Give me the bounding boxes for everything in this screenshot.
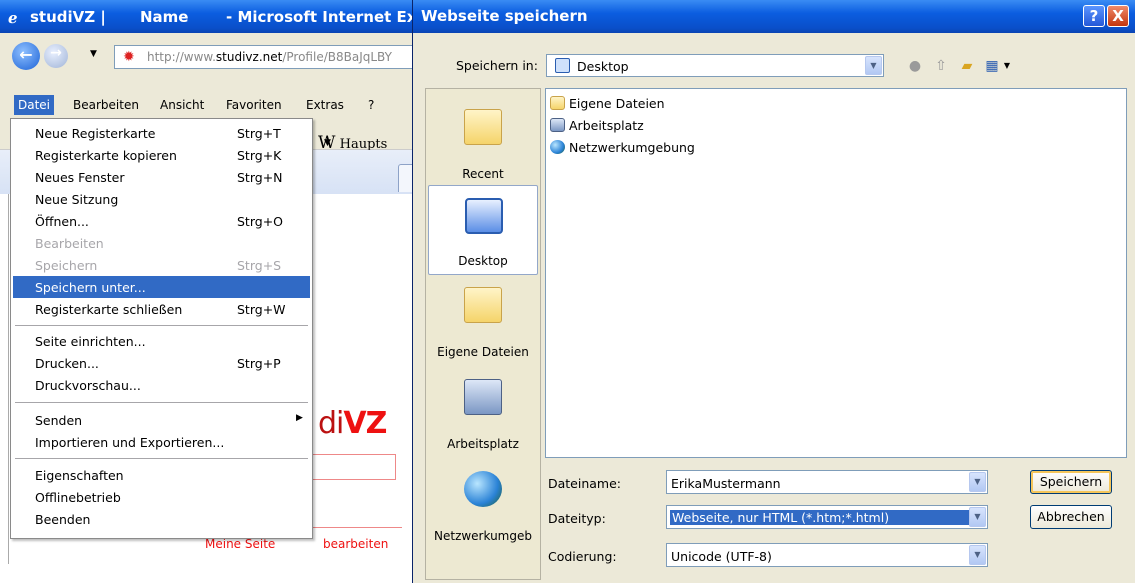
places-bar: Recent Desktop Eigene Dateien Arbeitspla…: [425, 88, 541, 580]
menu-item-work-offline[interactable]: Offlinebetrieb: [13, 486, 310, 508]
menu-item-new-tab[interactable]: Neue Registerkarte Strg+T: [13, 122, 310, 144]
studivz-logo: diVZ: [318, 406, 387, 441]
menu-item-save-as[interactable]: Speichern unter...: [13, 276, 310, 298]
network-icon: [550, 140, 565, 154]
my-documents-icon: [550, 96, 565, 110]
menu-separator: [15, 458, 308, 459]
back-icon[interactable]: ●: [906, 58, 924, 74]
place-my-computer[interactable]: Arbeitsplatz: [428, 367, 538, 457]
address-suffix: /Profile/B8BaJqLBY: [282, 50, 392, 64]
my-computer-icon: [464, 379, 502, 415]
address-prefix: http://www.: [147, 50, 216, 64]
chevron-down-icon[interactable]: ▼: [969, 472, 986, 492]
menu-item-print-preview[interactable]: Druckvorschau...: [13, 374, 310, 396]
menu-favoriten[interactable]: Favoriten: [226, 98, 282, 112]
menu-ansicht[interactable]: Ansicht: [160, 98, 204, 112]
submenu-arrow-icon: ▶: [296, 413, 303, 423]
my-documents-icon: [464, 287, 502, 323]
menu-help[interactable]: ?: [368, 98, 374, 112]
filename-value: ErikaMustermann: [671, 476, 781, 491]
history-dropdown-icon[interactable]: ▼: [90, 49, 97, 59]
file-list[interactable]: Eigene Dateien Arbeitsplatz Netzwerkumge…: [545, 88, 1127, 458]
chevron-down-icon[interactable]: ▼: [969, 545, 986, 565]
new-folder-icon[interactable]: ▰: [958, 58, 976, 74]
my-computer-icon: [550, 118, 565, 132]
encoding-label: Codierung:: [548, 549, 617, 564]
menu-datei[interactable]: Datei: [14, 95, 55, 115]
dialog-title: Webseite speichern: [421, 7, 588, 25]
browser-menubar: Datei Bearbeiten Ansicht Favoriten Extra…: [0, 93, 420, 118]
filetype-label: Dateityp:: [548, 511, 606, 526]
save-webpage-dialog: Webseite speichern ? X Speichern in: Des…: [412, 0, 1135, 583]
encoding-value: Unicode (UTF-8): [671, 549, 772, 564]
menu-item-new-window[interactable]: Neues Fenster Strg+N: [13, 166, 310, 188]
ie-logo-icon: ℯ: [8, 9, 18, 27]
browser-title-app: - Microsoft Internet Exp: [226, 8, 420, 26]
up-folder-icon[interactable]: ⇧: [932, 58, 950, 74]
filetype-select[interactable]: Webseite, nur HTML (*.htm;*.html) ▼: [666, 505, 988, 529]
menu-item-send[interactable]: Senden ▶: [13, 409, 310, 431]
menu-item-new-session[interactable]: Neue Sitzung: [13, 188, 310, 210]
address-domain: studivz.net: [215, 50, 283, 64]
forward-arrow-icon: →: [50, 45, 62, 61]
back-arrow-icon: ←: [19, 45, 33, 64]
encoding-select[interactable]: Unicode (UTF-8) ▼: [666, 543, 988, 567]
menu-item-properties[interactable]: Eigenschaften: [13, 464, 310, 486]
place-my-documents[interactable]: Eigene Dateien: [428, 275, 538, 365]
menu-item-import-export[interactable]: Importieren und Exportieren...: [13, 431, 310, 453]
dialog-title-bar[interactable]: Webseite speichern ? X: [413, 0, 1135, 33]
chevron-down-icon[interactable]: ▼: [969, 507, 986, 527]
place-network[interactable]: Netzwerkumgeb: [428, 459, 538, 549]
page-divider: [312, 527, 402, 528]
save-in-value: Desktop: [577, 59, 629, 74]
browser-title-bar[interactable]: ℯ studiVZ | Name - Microsoft Internet Ex…: [0, 0, 420, 33]
save-in-select[interactable]: Desktop ▼: [546, 54, 884, 77]
menu-item-page-setup[interactable]: Seite einrichten...: [13, 330, 310, 352]
desktop-icon: [555, 58, 570, 73]
chevron-down-icon[interactable]: ▼: [865, 56, 882, 75]
cancel-button[interactable]: Abbrechen: [1030, 505, 1112, 529]
close-button[interactable]: X: [1107, 5, 1129, 27]
link-edit[interactable]: bearbeiten: [323, 537, 388, 551]
page-search-input[interactable]: [312, 454, 396, 480]
save-button[interactable]: Speichern: [1030, 470, 1112, 494]
menu-bearbeiten[interactable]: Bearbeiten: [73, 98, 139, 112]
menu-item-duplicate-tab[interactable]: Registerkarte kopieren Strg+K: [13, 144, 310, 166]
logo-main: VZ: [343, 406, 387, 441]
link-my-page[interactable]: Meine Seite: [205, 537, 275, 551]
menu-extras[interactable]: Extras: [306, 98, 344, 112]
place-recent[interactable]: Recent: [428, 97, 538, 187]
address-toolbar: ← → ▼ ✹ http://www.studivz.net/Profile/B…: [0, 33, 420, 93]
help-button[interactable]: ?: [1083, 5, 1105, 27]
menu-item-close-tab[interactable]: Registerkarte schließen Strg+W: [13, 298, 310, 320]
address-input[interactable]: ✹ http://www.studivz.net/Profile/B8BaJqL…: [114, 45, 420, 69]
save-in-label: Speichern in:: [456, 58, 538, 73]
menu-separator: [15, 402, 308, 403]
back-button[interactable]: ←: [12, 42, 40, 70]
place-desktop[interactable]: Desktop: [428, 185, 538, 275]
menu-item-open[interactable]: Öffnen... Strg+O: [13, 210, 310, 232]
filename-input[interactable]: ErikaMustermann ▼: [666, 470, 988, 494]
forward-button[interactable]: →: [44, 44, 68, 68]
logo-prefix: di: [318, 406, 344, 441]
view-dropdown-icon[interactable]: ▼: [998, 58, 1016, 74]
file-menu: Neue Registerkarte Strg+T Registerkarte k…: [10, 118, 313, 539]
page-border: [8, 194, 9, 564]
filename-label: Dateiname:: [548, 476, 622, 491]
page-favicon-icon: ✹: [123, 49, 135, 65]
desktop-icon: [465, 198, 503, 234]
browser-title-name: Name: [140, 8, 189, 26]
filetype-value: Webseite, nur HTML (*.htm;*.html): [670, 510, 976, 525]
menu-item-edit: Bearbeiten: [35, 236, 104, 251]
menu-item-save: Speichern Strg+S: [35, 258, 282, 273]
menu-separator: [15, 325, 308, 326]
menu-item-print[interactable]: Drucken... Strg+P: [13, 352, 310, 374]
recent-folder-icon: [464, 109, 502, 145]
browser-title-site: studiVZ |: [30, 8, 106, 26]
network-icon: [464, 471, 502, 507]
menu-item-exit[interactable]: Beenden: [13, 508, 310, 530]
